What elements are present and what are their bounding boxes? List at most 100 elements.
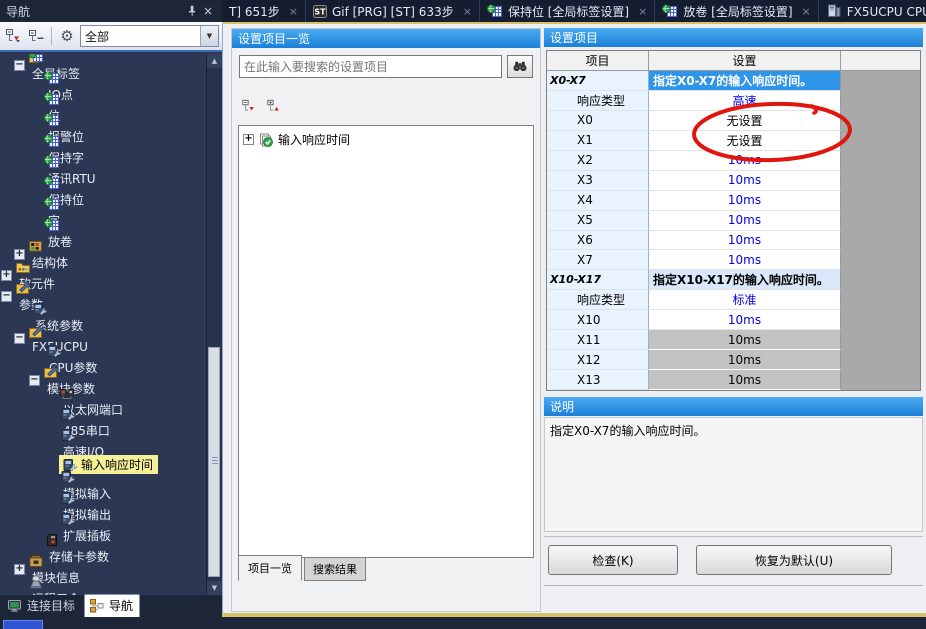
setting-cell[interactable]: 10ms [649, 250, 841, 270]
nav-item-远程口令[interactable]: 远程口令 [0, 580, 207, 595]
expand-plus-icon[interactable]: + [243, 134, 254, 145]
gear-icon[interactable]: ⚙ [57, 26, 77, 46]
close-icon[interactable]: × [200, 3, 216, 19]
doc-tab-1[interactable]: STGif [PRG] [ST] 633步× [306, 0, 480, 22]
output-panel-partial-icon [3, 620, 43, 629]
scroll-down-icon[interactable]: ▼ [207, 581, 222, 595]
collapse-tree-icon[interactable] [266, 99, 282, 114]
dock-tab-连接目标[interactable]: 连接目标 [3, 595, 81, 617]
table-void [841, 250, 920, 270]
item-cell: X4 [547, 191, 649, 211]
setting-item-title: 设置项目 [550, 29, 598, 46]
item-cell: X2 [547, 151, 649, 171]
collapse-box-icon[interactable]: − [14, 60, 25, 71]
nav-item-高速I/O[interactable]: 高速I/O [0, 433, 207, 454]
table-void [841, 71, 920, 91]
setting-cell[interactable]: 10ms [649, 171, 841, 191]
tab-search-result[interactable]: 搜索结果 [304, 557, 366, 581]
scrollbar-thumb[interactable] [208, 347, 220, 577]
nav-item-保持字[interactable]: 保持字 [0, 139, 207, 160]
collapse-box-icon[interactable]: − [1, 291, 12, 302]
doc-tab-4[interactable]: FX5UCPU CPU参数 [819, 0, 926, 22]
filter-combobox[interactable]: 全部 ▼ [80, 25, 219, 47]
navigation-panel: ⚙ 全部 ▼ −全局标签IO点位报警位保持字通讯RTU保持位字放卷+结构体+软元… [0, 22, 222, 617]
scroll-up-icon[interactable]: ▲ [207, 54, 222, 68]
setting-cell[interactable]: 10ms [649, 310, 841, 330]
nav-item-FX5UCPU[interactable]: −FX5UCPU [0, 328, 207, 349]
setting-cell[interactable]: 10ms [649, 151, 841, 171]
pages-check-icon [258, 132, 274, 148]
nav-item-全局标签[interactable]: −全局标签 [0, 55, 207, 76]
table-row-X6: X610ms [547, 231, 920, 251]
expand-box-icon[interactable]: + [14, 564, 25, 575]
filter-value: 全部 [81, 26, 200, 46]
setting-cell[interactable]: 标准 [649, 290, 841, 310]
search-input[interactable] [239, 55, 502, 78]
table-void [841, 131, 920, 151]
nav-item-通讯RTU[interactable]: 通讯RTU [0, 160, 207, 181]
setting-item-list-title: 设置项目一览 [238, 30, 310, 47]
settings-table-body: X0-X7指定X0-X7的输入响应时间。响应类型高速X0无设置X1无设置X210… [547, 71, 920, 390]
pin-icon[interactable] [184, 3, 200, 19]
restore-default-button[interactable]: 恢复为默认(U) [696, 545, 892, 575]
nav-item-报警位[interactable]: 报警位 [0, 118, 207, 139]
setting-item-header: 设置项目 [544, 28, 923, 47]
setting-cell[interactable]: 10ms [649, 191, 841, 211]
tree-collapse-icon[interactable] [26, 26, 46, 46]
setting-cell[interactable]: 无设置 [649, 131, 841, 151]
setting-cell[interactable]: 高速 [649, 91, 841, 111]
device-icon [59, 511, 111, 527]
tree-display-icon[interactable] [3, 26, 23, 46]
doc-tab-3[interactable]: 放卷 [全局标签设置]× [655, 0, 818, 22]
item-cell: 响应类型 [547, 91, 649, 111]
tab-close-icon[interactable]: × [289, 5, 298, 18]
item-cell: X0 [547, 111, 649, 131]
setting-cell[interactable]: 10ms [649, 231, 841, 251]
doc-tab-2[interactable]: 保持位 [全局标签设置]× [480, 0, 655, 22]
folder-icon [15, 259, 55, 275]
settings-table: 项目 设置 X0-X7指定X0-X7的输入响应时间。响应类型高速X0无设置X1无… [546, 50, 921, 391]
setting-item-list-panel: 设置项目一览 + 输入响应时间 项目一览 搜索 [231, 28, 541, 612]
expand-box-icon[interactable]: + [1, 270, 12, 281]
column-header-item: 项目 [547, 51, 649, 70]
item-cell: 响应类型 [547, 290, 649, 310]
description-header: 说明 [544, 397, 923, 416]
table-void [841, 370, 920, 390]
param-icon [15, 280, 43, 296]
nav-tree-tab-icon [89, 598, 105, 614]
label-table-icon [44, 154, 96, 170]
nav-item-位[interactable]: 位 [0, 97, 207, 118]
item-cell: X0-X7 [547, 71, 649, 91]
eth-icon [59, 385, 123, 401]
search-button[interactable] [507, 55, 533, 78]
binoculars-icon [512, 59, 528, 74]
nav-item-保持位[interactable]: 保持位 [0, 181, 207, 202]
label-table-icon [487, 3, 503, 19]
expand-tree-icon[interactable] [241, 99, 257, 114]
navigation-title: 导航 [6, 3, 30, 20]
table-row-X5: X510ms [547, 211, 920, 231]
chevron-down-icon[interactable]: ▼ [200, 26, 218, 46]
tab-close-icon[interactable]: × [463, 5, 472, 18]
tab-close-icon[interactable]: × [802, 5, 811, 18]
item-cell: X11 [547, 330, 649, 350]
label-table-icon [662, 3, 678, 19]
setting-cell[interactable]: 10ms [649, 211, 841, 231]
dock-tab-label: 连接目标 [27, 597, 75, 614]
navigation-scrollbar[interactable]: ▲ ▼ [206, 54, 222, 595]
tree-item-input-response-time[interactable]: + 输入响应时间 [239, 126, 533, 153]
collapse-box-icon[interactable]: − [29, 375, 40, 386]
label-table-icon [44, 217, 72, 233]
table-void [841, 111, 920, 131]
item-cell: X1 [547, 131, 649, 151]
setting-cell[interactable]: 无设置 [649, 111, 841, 131]
check-button[interactable]: 检查(K) [548, 545, 678, 575]
doc-tab-0[interactable]: T] 651步× [222, 0, 306, 22]
label-table-icon [44, 175, 84, 191]
collapse-box-icon[interactable]: − [14, 333, 25, 344]
dock-tab-导航[interactable]: 导航 [84, 594, 140, 617]
table-row-X4: X410ms [547, 191, 920, 211]
tab-close-icon[interactable]: × [638, 5, 647, 18]
nav-item-字[interactable]: 字 [0, 202, 207, 223]
tab-item-list[interactable]: 项目一览 [238, 555, 302, 581]
